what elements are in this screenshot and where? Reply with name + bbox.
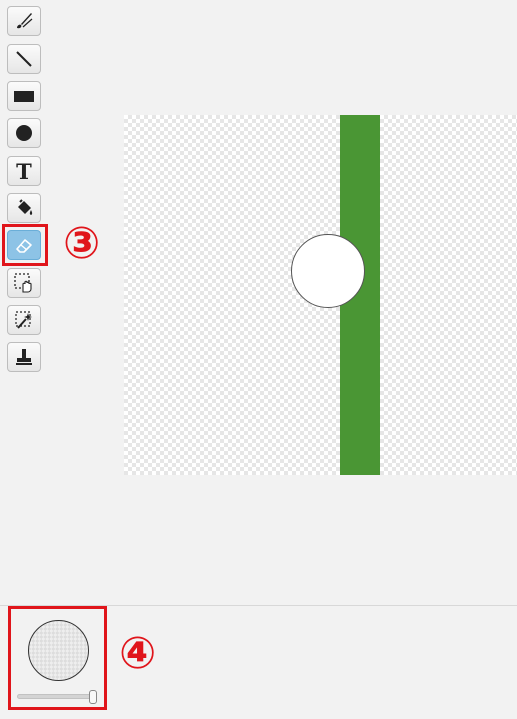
text-tool-button[interactable]: T — [7, 156, 41, 186]
paint-bucket-icon — [18, 199, 33, 215]
fill-tool-button[interactable] — [7, 193, 41, 223]
rectangle-tool-button[interactable] — [7, 81, 41, 111]
paint-editor: T ③ ④ — [0, 0, 517, 719]
eraser-highlight-box — [2, 224, 48, 266]
stamp-icon — [16, 349, 32, 365]
eraser-cursor — [291, 234, 365, 308]
step-4-marker: ④ — [119, 628, 157, 679]
ellipse-tool-button[interactable] — [7, 118, 41, 148]
step-3-marker: ③ — [63, 218, 101, 269]
brush-tool-button[interactable] — [7, 6, 41, 36]
select-tool-button[interactable] — [7, 268, 41, 298]
select-hand-icon — [14, 273, 32, 293]
magic-wand-icon — [15, 311, 32, 329]
rectangle-icon — [14, 91, 34, 102]
magic-select-tool-button[interactable] — [7, 305, 41, 335]
text-icon: T — [16, 158, 32, 184]
line-icon — [16, 51, 32, 67]
drawing-canvas-overflow[interactable] — [380, 115, 517, 475]
size-highlight-box — [8, 606, 107, 710]
paintbrush-icon — [17, 13, 33, 29]
line-tool-button[interactable] — [7, 44, 41, 74]
circle-icon — [16, 125, 32, 141]
stamp-tool-button[interactable] — [7, 342, 41, 372]
